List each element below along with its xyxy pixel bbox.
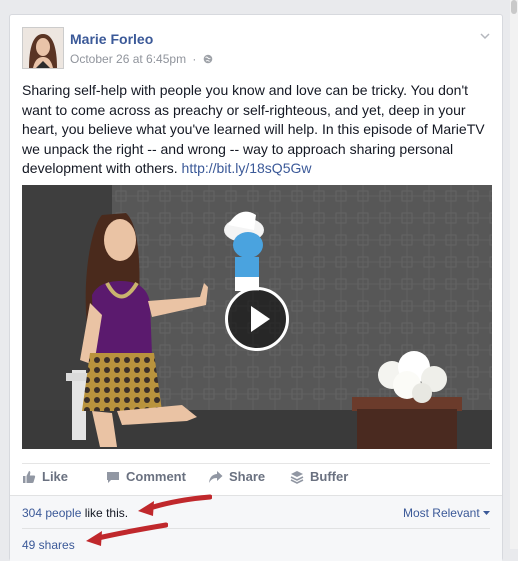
like-icon — [23, 470, 36, 483]
like-button[interactable]: Like — [22, 469, 68, 484]
avatar[interactable] — [22, 27, 64, 69]
likes-summary: 304 people like this. — [22, 506, 128, 520]
buffer-button[interactable]: Buffer — [290, 469, 348, 484]
comment-label: Comment — [126, 469, 186, 484]
buffer-label: Buffer — [310, 469, 349, 484]
post-link[interactable]: http://bit.ly/18sQ5Gw — [182, 160, 312, 176]
post-meta: October 26 at 6:45pm · — [70, 52, 213, 66]
play-icon — [251, 306, 270, 332]
comment-icon — [107, 471, 119, 483]
share-label: Share — [229, 469, 266, 484]
globe-icon — [203, 54, 213, 64]
post-author-name[interactable]: Marie Forleo — [70, 31, 153, 47]
arrow-annotation — [138, 494, 212, 516]
sort-label: Most Relevant — [402, 506, 480, 520]
post-timestamp[interactable]: October 26 at 6:45pm — [70, 52, 186, 66]
like-label: Like — [42, 469, 69, 484]
share-button[interactable]: Share — [208, 469, 265, 484]
likes-text: like this. — [81, 506, 129, 520]
post-actions: Like Comment Share Buffer — [22, 469, 490, 489]
play-button[interactable] — [225, 287, 289, 351]
actions-divider — [22, 463, 490, 464]
chevron-down-icon[interactable] — [480, 31, 490, 41]
post-text: Sharing self-help with people you know a… — [22, 81, 488, 179]
shares-count-link[interactable]: 49 shares — [22, 538, 75, 552]
meta-separator: · — [192, 52, 197, 66]
post-card: Marie Forleo October 26 at 6:45pm · Shar… — [9, 14, 503, 561]
caret-down-icon — [483, 511, 490, 515]
likes-count-link[interactable]: 304 people — [22, 506, 81, 520]
comment-button[interactable]: Comment — [106, 469, 186, 484]
share-icon — [209, 470, 223, 483]
video-thumbnail[interactable] — [22, 185, 492, 449]
arrow-annotation — [86, 522, 168, 546]
page-scrollbar[interactable] — [510, 0, 518, 549]
buffer-icon — [290, 470, 304, 484]
scrollbar-thumb[interactable] — [511, 0, 517, 14]
sort-dropdown[interactable]: Most Relevant — [403, 506, 490, 520]
avatar-image — [23, 28, 63, 68]
